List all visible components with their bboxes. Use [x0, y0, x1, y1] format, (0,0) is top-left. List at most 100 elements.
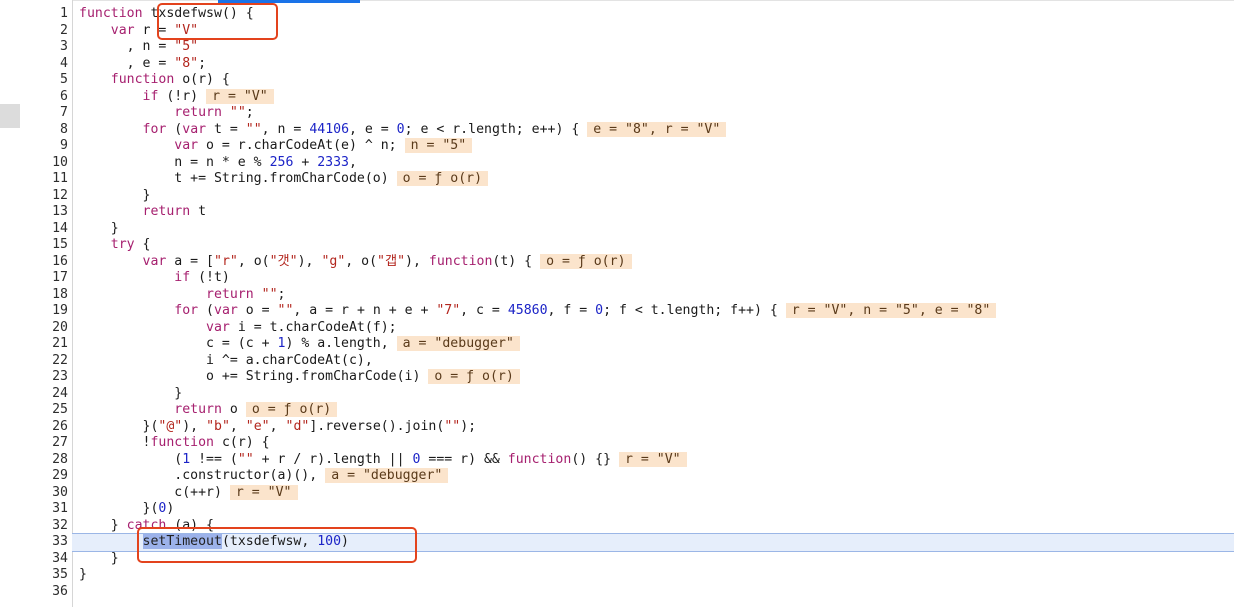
code-line[interactable]: 30 c(++r) r = "V" [28, 484, 1234, 502]
code-line[interactable]: 14 } [28, 221, 1234, 238]
code-line[interactable]: 11 t += String.fromCharCode(o) o = ƒ o(r) [28, 171, 1234, 188]
line-number[interactable]: 15 [28, 237, 68, 254]
code-editor[interactable]: 1 function txsdefwsw() {2 var r = "V" 3 , … [28, 6, 1234, 600]
line-number[interactable]: 16 [28, 254, 68, 271]
annotation-box-function-name [157, 3, 278, 40]
inline-value-preview: a = "debugger" [325, 468, 449, 483]
line-number[interactable]: 7 [28, 105, 68, 122]
code-line[interactable]: 21 c = (c + 1) % a.length, a = "debugger" [28, 336, 1234, 353]
line-number[interactable]: 3 [28, 39, 68, 56]
line-number[interactable]: 27 [28, 435, 68, 452]
code-line[interactable]: 16 var a = ["r", o("갯"), "g", o("갭"), fu… [28, 253, 1234, 271]
line-number[interactable]: 30 [28, 485, 68, 502]
line-number[interactable]: 29 [28, 468, 68, 485]
code-line[interactable]: 17 if (!t) [28, 270, 1234, 287]
line-number[interactable]: 28 [28, 452, 68, 469]
code-token: , e = [79, 55, 175, 71]
code-line[interactable]: 8 for (var t = "", n = 44106, e = 0; e <… [28, 121, 1234, 139]
line-number[interactable]: 14 [28, 221, 68, 238]
line-number[interactable]: 18 [28, 287, 68, 304]
code-line[interactable]: 25 return o o = ƒ o(r) [28, 402, 1234, 419]
code-text: c = (c + 1) % a.length, a = "debugger" [79, 336, 520, 353]
code-token: "d" [285, 418, 310, 434]
line-number[interactable]: 1 [28, 6, 68, 23]
line-number[interactable]: 24 [28, 386, 68, 403]
code-line[interactable]: 36 [28, 584, 1234, 601]
code-token: for [142, 121, 167, 137]
line-number[interactable]: 9 [28, 138, 68, 155]
code-line[interactable]: 6 if (!r) r = "V" [28, 88, 1234, 106]
line-number[interactable]: 11 [28, 171, 68, 188]
code-token: 0 [595, 303, 604, 318]
code-token: , [229, 418, 246, 434]
code-line[interactable]: 15 try { [28, 237, 1234, 254]
code-line[interactable]: 5 function o(r) { [28, 72, 1234, 89]
code-token: return [174, 105, 222, 120]
code-line[interactable]: 29 .constructor(a)(), a = "debugger" [28, 468, 1234, 485]
code-text: t += String.fromCharCode(o) o = ƒ o(r) [79, 171, 489, 188]
line-number[interactable]: 25 [28, 402, 68, 419]
code-line[interactable]: 22 i ^= a.charCodeAt(c), [28, 353, 1234, 370]
line-number[interactable]: 26 [28, 419, 68, 436]
line-number[interactable]: 10 [28, 155, 68, 172]
line-number[interactable]: 13 [28, 204, 68, 221]
code-line[interactable]: 7 return ""; [28, 105, 1234, 122]
code-text: function o(r) { [79, 72, 230, 89]
line-number[interactable]: 34 [28, 551, 68, 568]
code-token: { [134, 237, 151, 252]
code-line[interactable]: 12 } [28, 188, 1234, 205]
code-token: 0 [396, 121, 405, 137]
code-line[interactable]: 35} [28, 567, 1234, 584]
line-number[interactable]: 4 [28, 56, 68, 73]
line-number[interactable]: 31 [28, 501, 68, 518]
code-line[interactable]: 28 (1 !== ("" + r / r).length || 0 === r… [28, 451, 1234, 469]
line-number[interactable]: 12 [28, 188, 68, 205]
code-line[interactable]: 18 return ""; [28, 287, 1234, 304]
code-token: return [174, 402, 222, 417]
code-line[interactable]: 9 var o = r.charCodeAt(e) ^ n; n = "5" [28, 138, 1234, 155]
code-text: } [79, 221, 119, 238]
line-number[interactable]: 33 [28, 534, 68, 551]
code-line[interactable]: 20 var i = t.charCodeAt(f); [28, 320, 1234, 337]
left-panel-strip [0, 0, 28, 607]
inline-value-preview: o = ƒ o(r) [428, 369, 520, 384]
left-panel-resize-handle[interactable] [0, 104, 20, 128]
code-token: ( [198, 303, 214, 318]
code-token: !== ( [190, 451, 238, 467]
code-token: t [190, 204, 207, 219]
line-number[interactable]: 17 [28, 270, 68, 287]
code-token: function [150, 435, 214, 450]
code-text: i ^= a.charCodeAt(c), [79, 353, 373, 370]
line-number[interactable]: 22 [28, 353, 68, 370]
code-token: n = n * e % [79, 154, 270, 170]
code-line[interactable]: 24 } [28, 386, 1234, 403]
line-number[interactable]: 20 [28, 320, 68, 337]
code-text: }(0) [79, 501, 175, 518]
line-number[interactable]: 19 [28, 303, 68, 320]
code-token: "" [237, 451, 254, 467]
line-number[interactable]: 6 [28, 89, 68, 106]
code-token: ), [405, 253, 429, 269]
line-number[interactable]: 35 [28, 567, 68, 584]
code-token: } [79, 187, 151, 203]
code-line[interactable]: 26 }("@"), "b", "e", "d"].reverse().join… [28, 419, 1234, 436]
code-line[interactable]: 31 }(0) [28, 501, 1234, 518]
line-number[interactable]: 32 [28, 518, 68, 535]
line-number[interactable]: 23 [28, 369, 68, 386]
line-number[interactable]: 8 [28, 122, 68, 139]
line-number[interactable]: 21 [28, 336, 68, 353]
code-line[interactable]: 4 , e = "8"; [28, 56, 1234, 73]
code-token: 44106 [309, 121, 350, 137]
code-line[interactable]: 27 !function c(r) { [28, 435, 1234, 452]
line-number[interactable]: 5 [28, 72, 68, 89]
code-line[interactable]: 10 n = n * e % 256 + 2333, [28, 155, 1234, 172]
line-number[interactable]: 36 [28, 584, 68, 601]
code-line[interactable]: 19 for (var o = "", a = r + n + e + "7",… [28, 303, 1234, 320]
code-line[interactable]: 13 return t [28, 204, 1234, 221]
code-text: for (var o = "", a = r + n + e + "7", c … [79, 303, 997, 320]
code-text: if (!t) [79, 270, 230, 287]
code-line[interactable]: 3 , n = "5" [28, 39, 1234, 56]
line-number[interactable]: 2 [28, 23, 68, 40]
code-line[interactable]: 23 o += String.fromCharCode(i) o = ƒ o(r) [28, 369, 1234, 386]
